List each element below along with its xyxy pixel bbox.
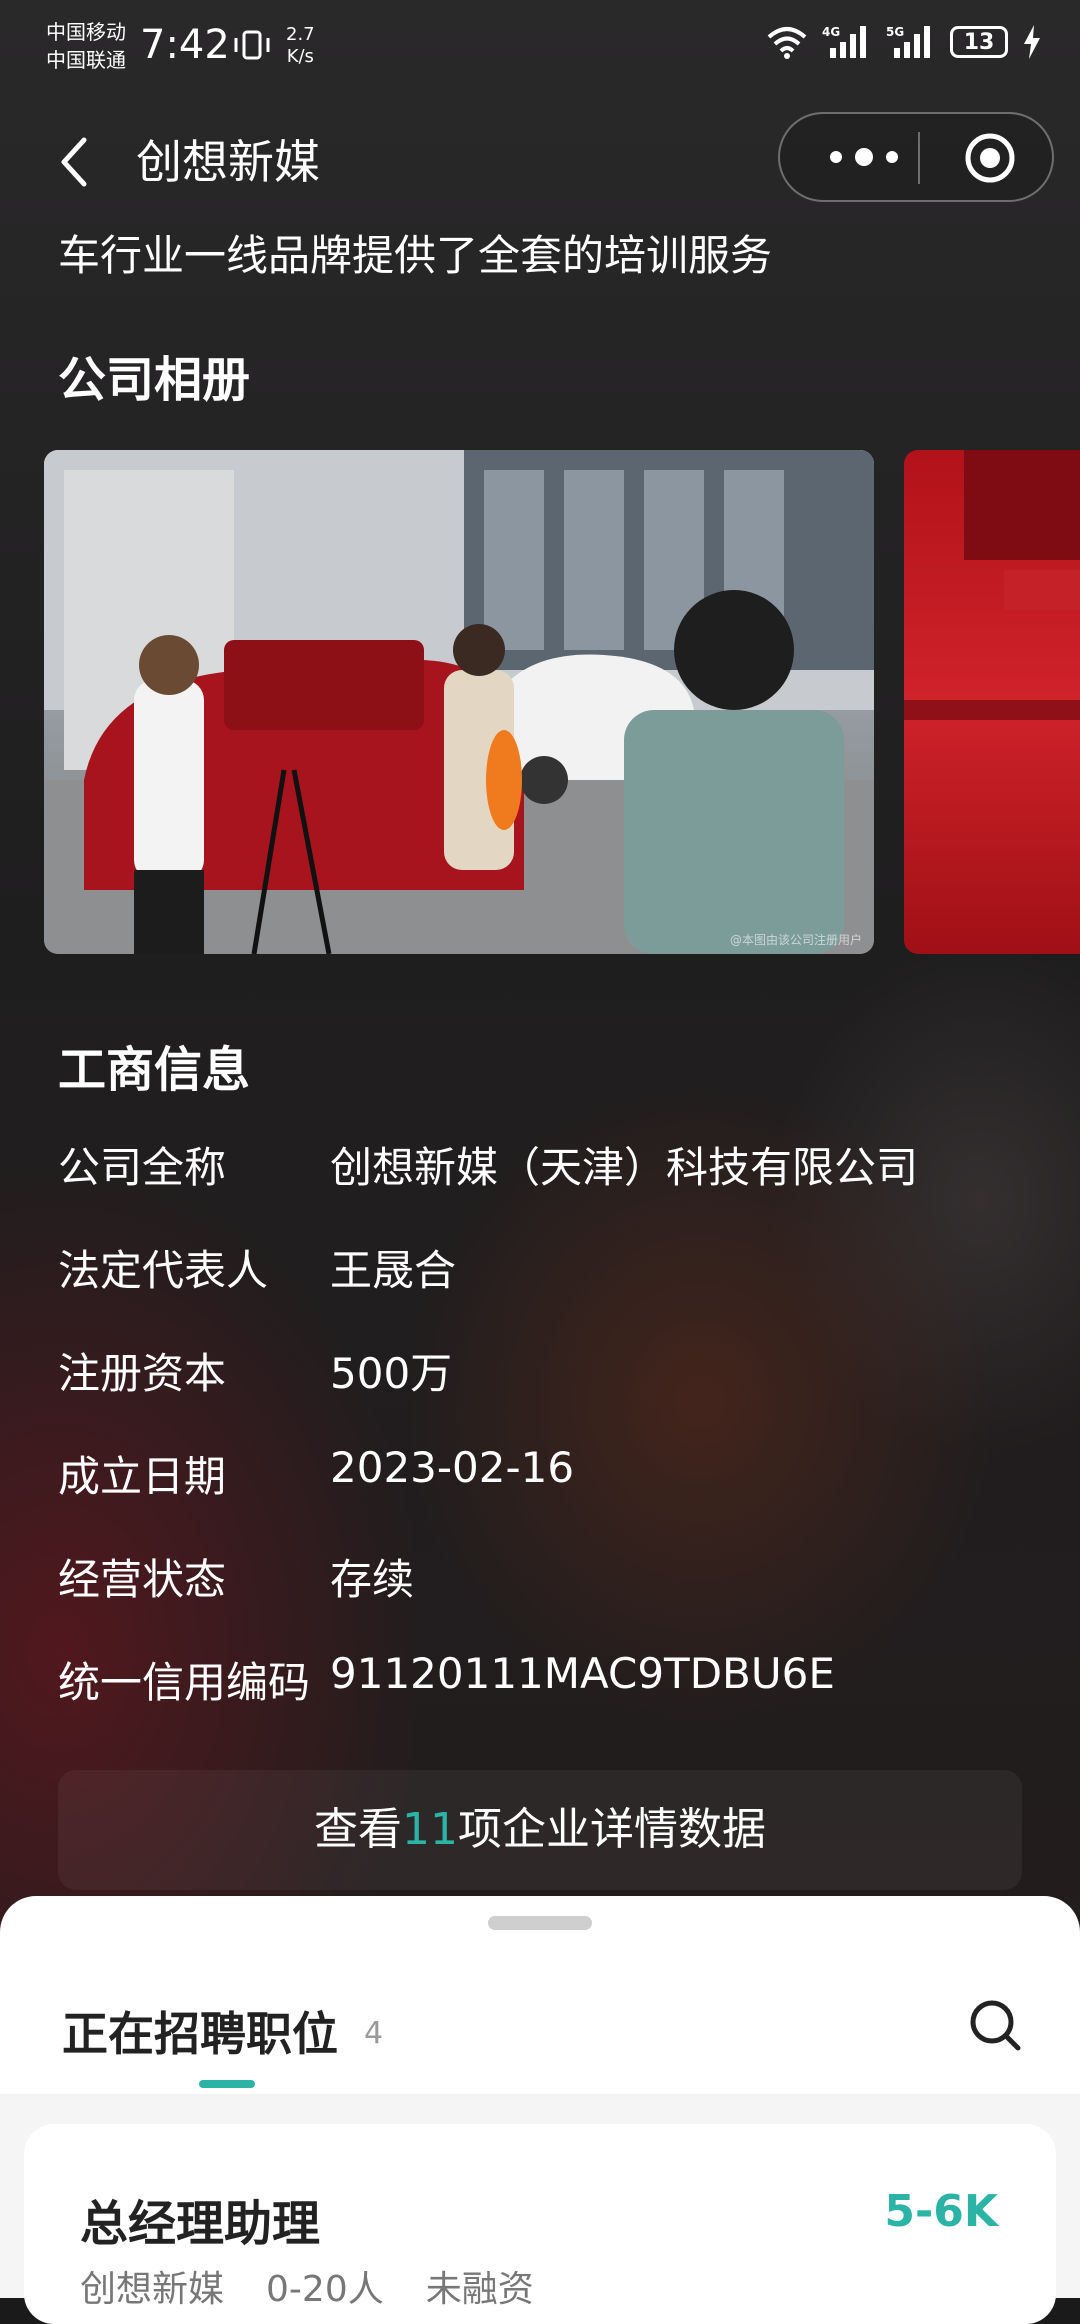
carrier-1: 中国移动 — [46, 20, 126, 44]
info-value: 91120111MAC9TDBU6E — [330, 1649, 835, 1698]
business-section-title: 工商信息 — [58, 1042, 251, 1098]
detail-count: 11 — [402, 1804, 458, 1855]
system-icons: 4G 5G 13 — [766, 24, 1042, 60]
carrier-2: 中国联通 — [46, 48, 126, 72]
charging-icon — [1024, 25, 1040, 59]
detail-prefix: 查看 — [314, 1804, 402, 1855]
info-value: 创想新媒（天津）科技有限公司 — [330, 1143, 919, 1192]
job-title: 总经理助理 — [80, 2196, 321, 2252]
view-company-details-button[interactable]: 查看11项企业详情数据 — [58, 1770, 1022, 1890]
company-intro-text: 车行业一线品牌提供了全套的培训服务 — [58, 231, 773, 280]
battery-indicator: 13 — [950, 26, 1008, 58]
close-mini-program-icon[interactable] — [964, 132, 1016, 184]
status-bar: 中国移动 中国联通 7:42 2.7 K/s 4G 5G 13 — [0, 0, 1080, 100]
album-photo-2[interactable] — [904, 450, 1080, 954]
network-speed: 2.7 K/s — [286, 24, 315, 68]
info-row-legal-representative: 法定代表人 王晟合 — [58, 1237, 1038, 1297]
job-card[interactable]: 总经理助理 5-6K 创想新媒 0-20人 未融资 — [24, 2124, 1056, 2324]
network-speed-value: 2.7 — [286, 24, 315, 45]
detail-suffix: 项企业详情数据 — [458, 1804, 766, 1855]
carrier-labels: 中国移动 中国联通 — [46, 18, 126, 74]
battery-level: 13 — [963, 29, 995, 55]
network-speed-unit: K/s — [286, 46, 314, 67]
showroom-photo-illustration — [44, 450, 874, 954]
info-row-operating-status: 经营状态 存续 — [58, 1546, 1038, 1606]
clock: 7:42 — [140, 22, 230, 68]
album-section-title: 公司相册 — [58, 352, 251, 408]
info-value: 存续 — [330, 1555, 415, 1604]
mini-program-capsule — [778, 112, 1054, 202]
nav-bar: 创想新媒 — [0, 110, 1080, 210]
info-value: 500万 — [330, 1349, 453, 1398]
search-icon[interactable] — [966, 1996, 1024, 2054]
info-label: 注册资本 — [58, 1349, 227, 1398]
info-label: 法定代表人 — [58, 1246, 269, 1295]
signal-5g-icon: 5G — [886, 25, 930, 58]
active-tab-indicator — [199, 2080, 255, 2088]
info-row-company-name: 公司全称 创想新媒（天津）科技有限公司 — [58, 1134, 1038, 1194]
info-label: 经营状态 — [58, 1555, 227, 1604]
job-salary: 5-6K — [884, 2186, 998, 2237]
photo-watermark: @本图由该公司注册用户 — [729, 933, 862, 947]
album-photo-1[interactable]: @本图由该公司注册用户 — [44, 450, 874, 954]
job-funding-stage: 未融资 — [425, 2269, 534, 2310]
info-value: 2023-02-16 — [330, 1443, 575, 1492]
back-arrow-icon[interactable] — [52, 132, 102, 192]
sheet-drag-handle[interactable] — [488, 1916, 592, 1930]
svg-text:5G: 5G — [886, 25, 904, 39]
more-menu-icon[interactable] — [824, 142, 904, 172]
info-value: 王晟合 — [330, 1246, 457, 1295]
red-wall-photo-illustration — [904, 450, 1080, 720]
info-label: 公司全称 — [58, 1143, 227, 1192]
vibrate-icon — [234, 30, 270, 60]
capsule-divider — [918, 132, 920, 184]
job-meta: 创想新媒 0-20人 未融资 — [80, 2260, 534, 2312]
page-title: 创想新媒 — [136, 135, 320, 189]
job-company-size: 0-20人 — [266, 2269, 384, 2310]
info-row-founded-date: 成立日期 2023-02-16 — [58, 1443, 1038, 1503]
info-row-credit-code: 统一信用编码 91120111MAC9TDBU6E — [58, 1649, 1038, 1709]
info-row-registered-capital: 注册资本 500万 — [58, 1340, 1038, 1400]
svg-text:4G: 4G — [822, 25, 840, 39]
signal-4g-icon: 4G — [822, 25, 866, 58]
info-label: 成立日期 — [58, 1452, 227, 1501]
job-company: 创想新媒 — [80, 2269, 225, 2310]
tab-open-positions[interactable]: 正在招聘职位 — [62, 1998, 338, 2064]
info-label: 统一信用编码 — [58, 1658, 311, 1707]
open-positions-count: 4 — [364, 2016, 384, 2051]
wifi-icon — [767, 27, 807, 59]
